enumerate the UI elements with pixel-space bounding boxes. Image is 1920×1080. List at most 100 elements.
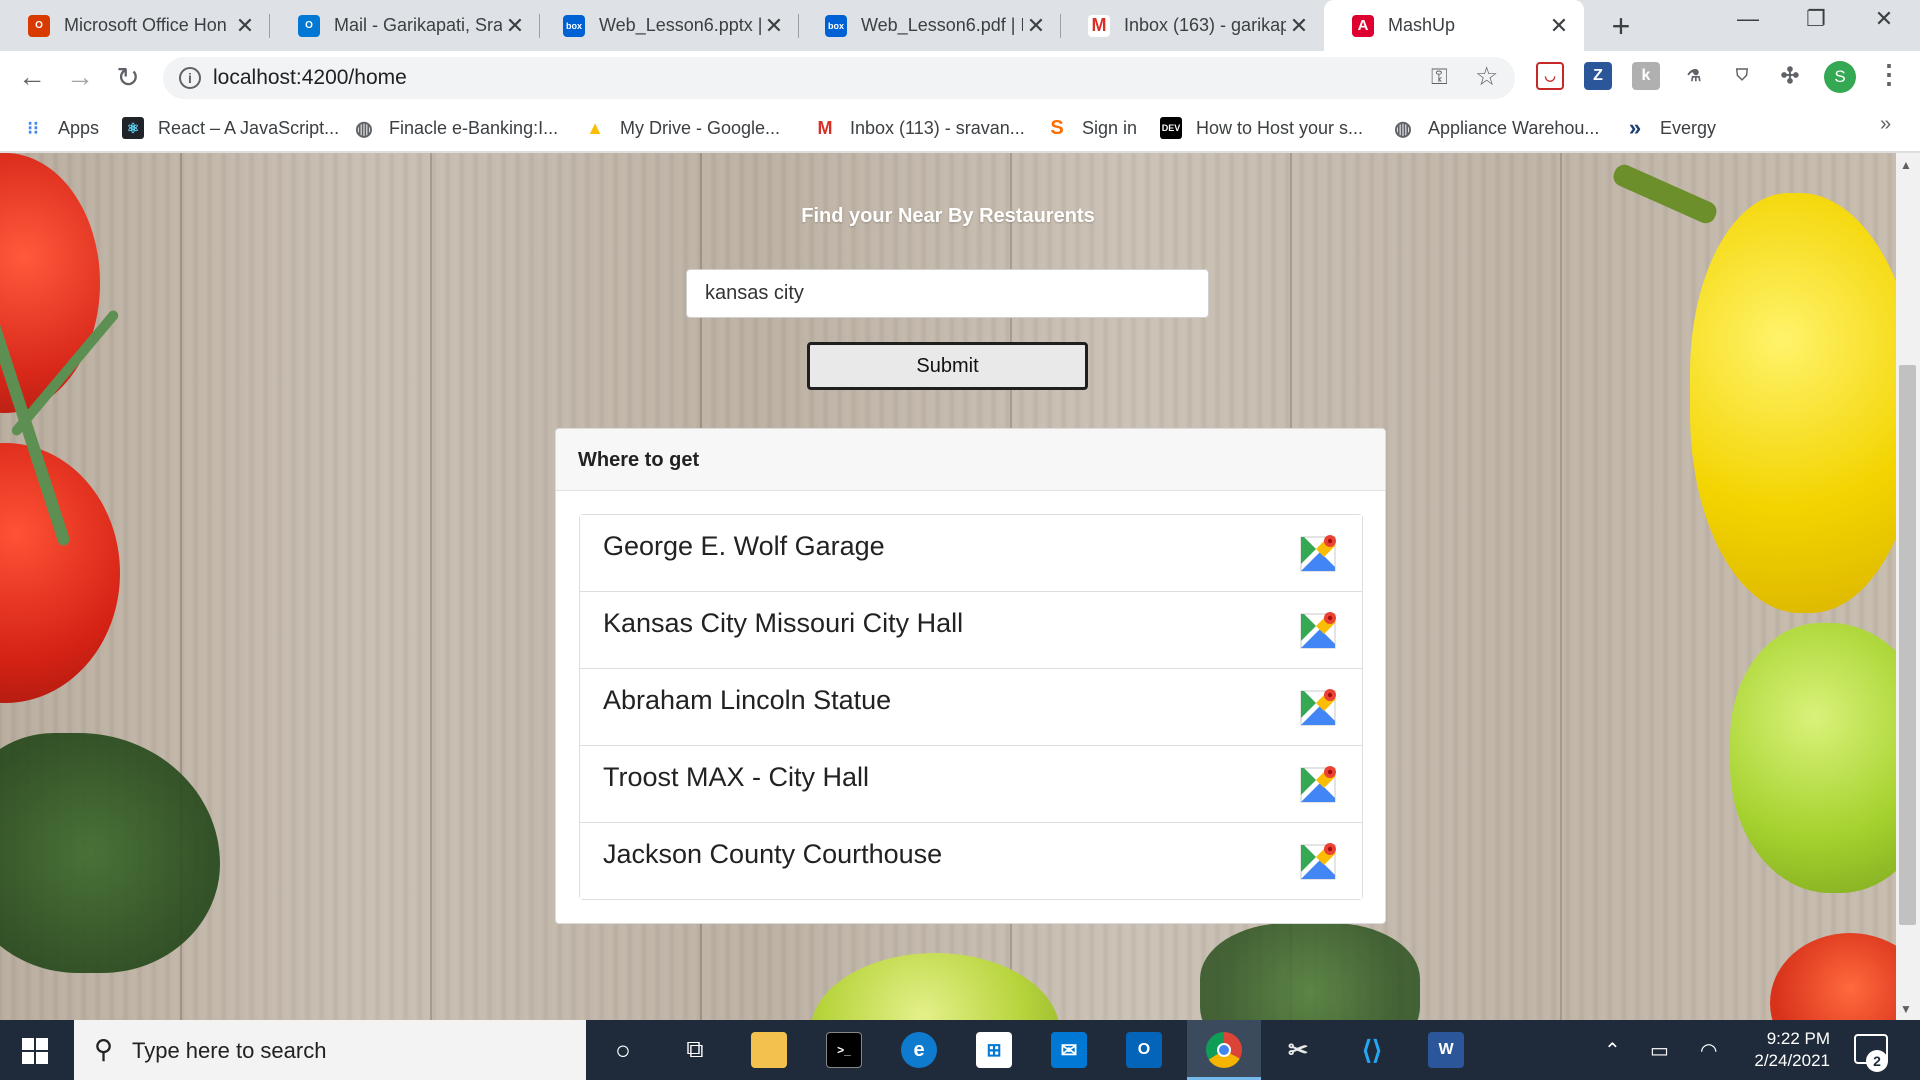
bookmark-label: Inbox (113) - sravan... <box>850 117 1025 138</box>
notification-count-badge: 2 <box>1866 1050 1888 1072</box>
snipping-tool-icon[interactable]: ✂ <box>1280 1032 1316 1068</box>
show-hidden-icons-chevron-icon[interactable]: ⌃ <box>1604 1038 1621 1063</box>
cortana-icon[interactable]: ○ <box>605 1032 641 1068</box>
dev-icon: DEV <box>1160 117 1182 139</box>
google-maps-icon[interactable] <box>1300 688 1338 726</box>
bookmark-sign-in[interactable]: S Sign in <box>1046 113 1137 143</box>
submit-button[interactable]: Submit <box>807 342 1088 390</box>
zotero-extension-icon[interactable]: Z <box>1584 62 1612 90</box>
bookmark-react[interactable]: ⚛ React – A JavaScript... <box>122 113 339 143</box>
list-item[interactable]: Troost MAX - City Hall <box>580 746 1362 823</box>
pocket-extension-icon[interactable]: ◡ <box>1536 62 1564 90</box>
gmail-icon: M <box>1088 14 1110 37</box>
bookmark-label: Sign in <box>1082 117 1138 138</box>
bookmark-inbox[interactable]: M Inbox (113) - sravan... <box>814 113 1025 143</box>
word-icon[interactable]: W <box>1428 1032 1464 1068</box>
tab-mashup[interactable]: A MashUp ✕ <box>1324 0 1584 51</box>
scroll-up-icon[interactable]: ▲ <box>1900 158 1912 172</box>
bookmark-appliance-warehouse[interactable]: ◍ Appliance Warehou... <box>1392 113 1599 143</box>
mail-app-icon[interactable]: ✉ <box>1051 1032 1087 1068</box>
bookmark-label: My Drive - Google... <box>620 117 781 138</box>
bookmark-label: React – A JavaScript... <box>158 117 340 138</box>
puzzle-extensions-icon[interactable]: ✣ <box>1776 62 1804 90</box>
close-window-button[interactable]: ✕ <box>1864 6 1904 32</box>
close-tab-icon[interactable]: ✕ <box>1023 13 1049 39</box>
outlook-icon[interactable]: O <box>1126 1032 1162 1068</box>
password-key-icon[interactable]: ⚿ <box>1431 64 1448 90</box>
address-bar[interactable]: i localhost:4200/home ⚿ ☆ <box>163 57 1515 99</box>
bookmark-label: Appliance Warehou... <box>1428 117 1600 138</box>
bookmark-label: Evergy <box>1660 117 1717 138</box>
file-explorer-icon[interactable] <box>751 1032 787 1068</box>
tab-title: Mail - Garikapati, Sra <box>334 15 502 35</box>
tab-title: Inbox (163) - garikap <box>1124 15 1286 35</box>
bookmark-how-to-host[interactable]: DEV How to Host your s... <box>1160 113 1363 143</box>
bookmark-apps[interactable]: ⁝⁝ Apps <box>22 113 99 143</box>
apps-grid-icon: ⁝⁝ <box>27 117 39 138</box>
close-tab-icon[interactable]: ✕ <box>1286 13 1312 39</box>
battery-icon[interactable]: ▭ <box>1650 1038 1669 1063</box>
tomato-decoration <box>0 443 120 703</box>
taskbar-search-box[interactable]: ⚲ Type here to search <box>74 1020 586 1080</box>
evergy-icon: » <box>1628 115 1642 140</box>
list-item[interactable]: Kansas City Missouri City Hall <box>580 592 1362 669</box>
tab-mail[interactable]: O Mail - Garikapati, Sra ✕ <box>270 0 540 51</box>
bookmark-evergy[interactable]: » Evergy <box>1624 113 1716 143</box>
close-tab-icon[interactable]: ✕ <box>761 13 787 39</box>
bookmark-star-icon[interactable]: ☆ <box>1475 61 1498 92</box>
tab-web-lesson-pptx[interactable]: box Web_Lesson6.pptx | F ✕ <box>535 0 799 51</box>
forward-button[interactable]: → <box>62 61 98 93</box>
globe-icon: ◍ <box>1394 117 1412 140</box>
google-maps-icon[interactable] <box>1300 534 1338 572</box>
windows-start-icon[interactable] <box>22 1038 48 1064</box>
google-maps-icon[interactable] <box>1300 765 1338 803</box>
list-item[interactable]: George E. Wolf Garage <box>580 515 1362 592</box>
office-icon: O <box>28 14 50 37</box>
city-search-input[interactable] <box>686 269 1209 318</box>
tab-inbox[interactable]: M Inbox (163) - garikap ✕ <box>1060 0 1324 51</box>
tab-web-lesson-pdf[interactable]: box Web_Lesson6.pdf | Po ✕ <box>797 0 1061 51</box>
bookmark-my-drive[interactable]: ▲ My Drive - Google... <box>584 113 780 143</box>
browser-toolbar: ← → ↻ i localhost:4200/home ⚿ ☆ ◡ Z k ⚗ … <box>0 51 1920 105</box>
results-card-title: Where to get <box>556 429 1385 491</box>
bookmark-label: How to Host your s... <box>1196 117 1364 138</box>
terminal-icon[interactable]: >_ <box>826 1032 862 1068</box>
minimize-button[interactable]: — <box>1728 6 1768 32</box>
page-viewport: Find your Near By Restaurents Submit Whe… <box>0 153 1896 1020</box>
edge-browser-icon[interactable]: e <box>901 1032 937 1068</box>
list-item[interactable]: Abraham Lincoln Statue <box>580 669 1362 746</box>
url-text[interactable]: localhost:4200/home <box>213 66 407 90</box>
google-maps-icon[interactable] <box>1300 611 1338 649</box>
google-maps-icon[interactable] <box>1300 842 1338 880</box>
bookmark-finacle[interactable]: ◍ Finacle e-Banking:I... <box>353 113 558 143</box>
site-info-icon[interactable]: i <box>179 67 201 89</box>
bookmark-label: Apps <box>58 117 100 138</box>
back-button[interactable]: ← <box>14 61 50 93</box>
shield-extension-icon[interactable]: ⛉ <box>1728 62 1756 90</box>
close-tab-icon[interactable]: ✕ <box>502 13 528 39</box>
system-clock[interactable]: 9:22 PM 2/24/2021 <box>1720 1028 1830 1072</box>
globe-icon: ◍ <box>355 117 373 140</box>
tab-microsoft-office[interactable]: O Microsoft Office Hon ✕ <box>0 0 270 51</box>
chrome-menu-icon[interactable]: ⋮ <box>1876 59 1902 90</box>
scroll-down-icon[interactable]: ▼ <box>1900 1002 1912 1016</box>
extension-icon[interactable]: k <box>1632 62 1660 90</box>
wifi-icon[interactable]: ◠ <box>1700 1038 1717 1063</box>
reload-button[interactable]: ↻ <box>110 61 146 94</box>
vscode-icon[interactable]: ⟨⟩ <box>1354 1032 1390 1068</box>
profile-avatar[interactable]: S <box>1824 61 1856 93</box>
chrome-icon[interactable] <box>1206 1032 1242 1068</box>
list-item[interactable]: Jackson County Courthouse <box>580 823 1362 899</box>
clock-time: 9:22 PM <box>1766 1029 1830 1048</box>
scrollbar-thumb[interactable] <box>1899 365 1916 925</box>
place-name: Kansas City Missouri City Hall <box>603 608 964 638</box>
bookmarks-overflow-button[interactable]: » <box>1880 113 1891 136</box>
extension-icon[interactable]: ⚗ <box>1680 62 1708 90</box>
close-tab-icon[interactable]: ✕ <box>232 13 258 39</box>
new-tab-button[interactable]: + <box>1604 8 1638 45</box>
restore-button[interactable]: ❐ <box>1796 6 1836 32</box>
place-name: George E. Wolf Garage <box>603 531 885 561</box>
microsoft-store-icon[interactable]: ⊞ <box>976 1032 1012 1068</box>
task-view-icon[interactable]: ⧉ <box>677 1032 713 1068</box>
close-tab-icon[interactable]: ✕ <box>1546 13 1572 39</box>
